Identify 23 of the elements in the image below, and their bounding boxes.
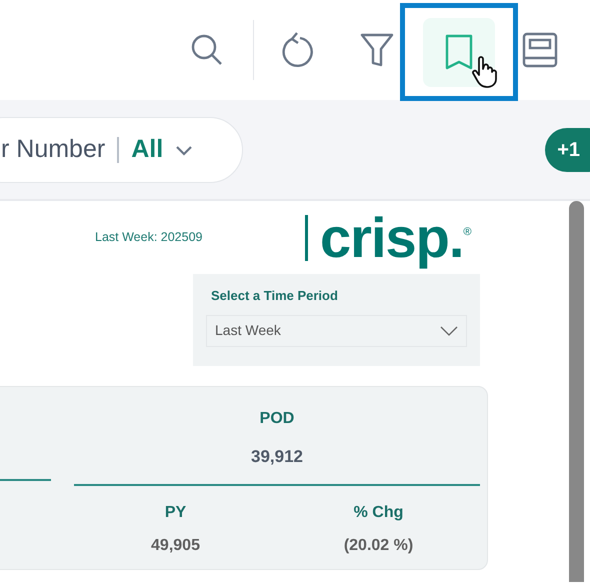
detail-label: PY bbox=[164, 502, 188, 522]
filter-icon bbox=[360, 32, 394, 68]
refresh-icon bbox=[280, 32, 314, 68]
time-period-select[interactable]: Last Week bbox=[206, 314, 467, 346]
chevron-down-icon bbox=[175, 144, 194, 156]
detail-value: (20.02 %) bbox=[342, 536, 414, 556]
week-label: Last Week: 202509 bbox=[95, 229, 204, 246]
overflow-count-badge[interactable]: +1 bbox=[545, 128, 590, 172]
filter-value: All bbox=[131, 134, 164, 165]
hand-cursor-icon bbox=[471, 56, 497, 88]
time-period-title: Select a Time Period bbox=[211, 287, 339, 305]
detail-value: 49,905 bbox=[150, 536, 201, 556]
metric-value: 39,912 bbox=[250, 446, 304, 468]
filter-pill[interactable]: r Number All bbox=[0, 116, 243, 182]
metric-title: POD bbox=[258, 409, 296, 429]
book-icon bbox=[522, 32, 558, 68]
detail-label: % Chg bbox=[352, 502, 404, 522]
filter-label: r Number bbox=[1, 134, 106, 165]
chevron-down-icon bbox=[440, 326, 458, 336]
bookmark-icon bbox=[445, 34, 473, 70]
search-icon bbox=[190, 33, 224, 67]
logo: crisp.$^{®}$ bbox=[320, 204, 471, 270]
scrollbar-thumb[interactable] bbox=[569, 201, 584, 582]
